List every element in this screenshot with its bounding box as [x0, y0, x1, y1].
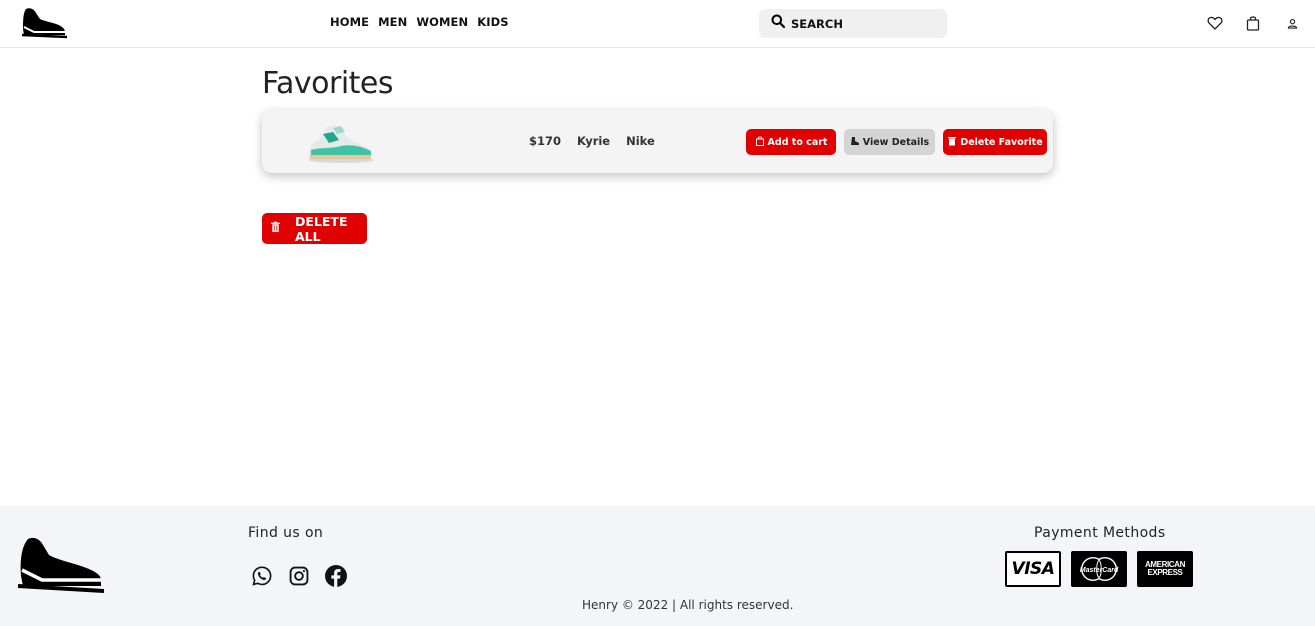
trash-icon — [270, 221, 281, 236]
bag-icon — [755, 135, 765, 149]
product-price: $170 — [529, 134, 562, 148]
product-brand: Nike — [626, 134, 655, 148]
whatsapp-icon[interactable] — [250, 564, 274, 588]
add-to-cart-button[interactable]: Add to cart — [746, 129, 836, 155]
mastercard-label: MasterCard — [1080, 567, 1119, 574]
shopping-bag-icon[interactable] — [1243, 13, 1263, 33]
delete-all-button[interactable]: DELETE ALL — [262, 213, 367, 244]
delete-favorite-label: Delete Favorite — [960, 136, 1043, 148]
shoe-logo-icon[interactable] — [20, 5, 70, 41]
find-us-heading: Find us on — [248, 525, 324, 541]
heart-icon[interactable] — [1205, 13, 1225, 33]
top-navbar: HOME MEN WOMEN KIDS — [0, 0, 1315, 48]
nav-link-women[interactable]: WOMEN — [416, 15, 468, 29]
product-model: Kyrie — [577, 134, 611, 148]
user-icon[interactable] — [1282, 13, 1302, 33]
trash-icon — [947, 136, 957, 149]
shoe-logo-icon[interactable] — [16, 534, 108, 596]
add-to-cart-label: Add to cart — [767, 136, 828, 148]
shoe-icon — [850, 136, 860, 149]
copyright-text: Henry © 2022 | All rights reserved. — [582, 598, 794, 612]
delete-all-label: DELETE ALL — [295, 213, 348, 244]
view-details-button[interactable]: View Details — [844, 129, 935, 155]
favorite-item-card: $170 Kyrie Nike Add to cart View Details… — [262, 110, 1053, 173]
social-links — [250, 564, 348, 588]
visa-label: VISA — [1011, 559, 1055, 579]
footer: Find us on Payment Methods VISA MasterCa… — [0, 506, 1315, 626]
nav-link-home[interactable]: HOME — [330, 15, 369, 29]
page-title: Favorites — [262, 66, 394, 101]
product-image[interactable] — [305, 122, 375, 164]
amex-label-line2: EXPRESS — [1147, 568, 1183, 577]
search-icon — [771, 14, 786, 33]
mastercard-card-icon: MasterCard — [1071, 551, 1127, 587]
payment-methods-heading: Payment Methods — [1034, 525, 1166, 541]
facebook-icon[interactable] — [324, 564, 348, 588]
amex-card-icon: AMERICAN EXPRESS — [1137, 551, 1193, 587]
main-nav: HOME MEN WOMEN KIDS — [330, 15, 518, 29]
favorite-item-info: $170 Kyrie Nike — [529, 134, 655, 148]
nav-link-men[interactable]: MEN — [378, 15, 407, 29]
nav-link-kids[interactable]: KIDS — [477, 15, 508, 29]
search-input[interactable] — [791, 16, 941, 31]
search-box — [759, 9, 947, 38]
view-details-label: View Details — [862, 136, 930, 148]
instagram-icon[interactable] — [287, 564, 311, 588]
visa-card-icon: VISA — [1005, 551, 1061, 587]
payment-cards: VISA MasterCard AMERICAN EXPRESS — [1005, 551, 1193, 587]
delete-favorite-button[interactable]: Delete Favorite — [943, 129, 1047, 155]
